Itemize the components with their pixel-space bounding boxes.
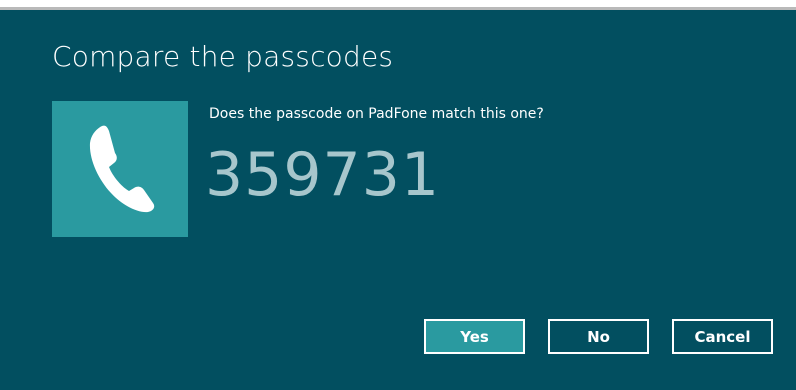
phone-icon <box>89 125 155 213</box>
pairing-dialog: Compare the passcodes Does the passcode … <box>0 10 796 390</box>
window-top-edge <box>0 0 796 10</box>
passcode-question: Does the passcode on PadFone match this … <box>209 106 544 122</box>
passcode-value: 359731 <box>205 140 441 210</box>
dialog-title: Compare the passcodes <box>52 40 394 73</box>
device-tile <box>52 101 188 237</box>
cancel-button[interactable]: Cancel <box>672 319 773 354</box>
yes-button[interactable]: Yes <box>424 319 525 354</box>
no-button[interactable]: No <box>548 319 649 354</box>
